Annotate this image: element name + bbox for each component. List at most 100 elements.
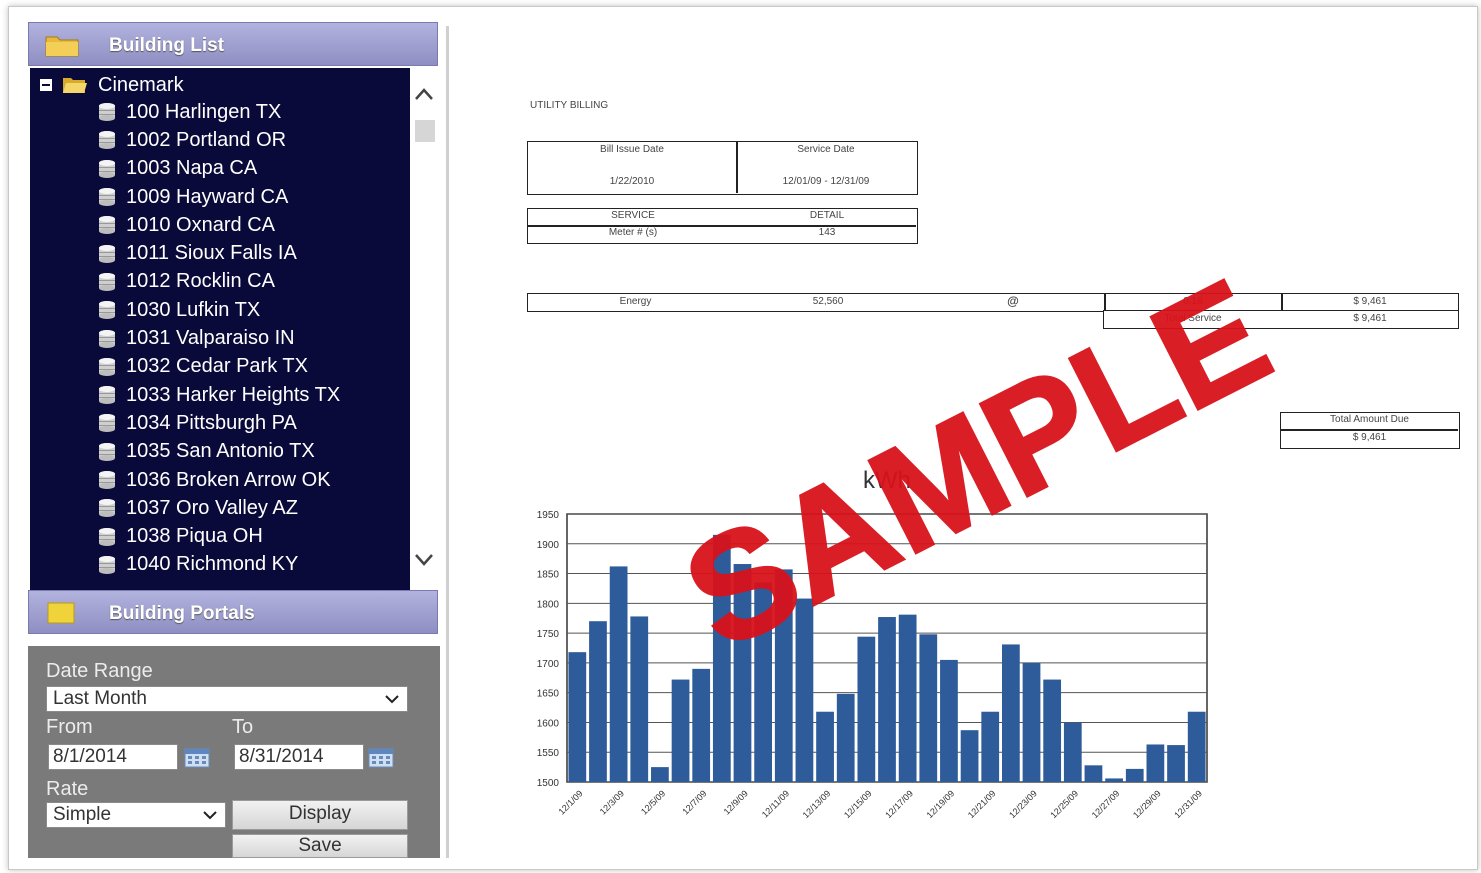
- x-tick-label: 12/31/09: [1172, 788, 1204, 820]
- building-item[interactable]: 1038 Piqua OH: [98, 522, 340, 550]
- database-icon: [99, 555, 115, 574]
- scroll-thumb[interactable]: [415, 120, 435, 142]
- calendar-icon[interactable]: [368, 748, 394, 768]
- to-date-input[interactable]: 8/31/2014: [234, 744, 364, 770]
- building-item[interactable]: 1033 Harker Heights TX: [98, 381, 340, 409]
- service-date-label: Service Date: [797, 144, 855, 155]
- building-item[interactable]: 1009 Hayward CA: [98, 183, 340, 211]
- building-item[interactable]: 1002 Portland OR: [98, 126, 340, 154]
- bar: [795, 598, 814, 782]
- x-tick-label: 12/27/09: [1090, 788, 1122, 820]
- detail-header: DETAIL: [809, 210, 845, 221]
- building-portals-title: Building Portals: [109, 603, 255, 624]
- tree-root-cinemark[interactable]: Cinemark: [40, 72, 184, 98]
- bar: [1043, 679, 1062, 782]
- panel-divider[interactable]: [446, 26, 449, 858]
- building-item[interactable]: 1003 Napa CA: [98, 155, 340, 183]
- bar: [630, 616, 649, 782]
- building-item[interactable]: 1012 Rocklin CA: [98, 268, 340, 296]
- x-tick-label: 12/3/09: [598, 788, 626, 816]
- chart-title: kWh: [863, 467, 911, 494]
- bar: [1022, 662, 1041, 782]
- building-item[interactable]: 1031 Valparaiso IN: [98, 324, 340, 352]
- building-item[interactable]: 1036 Broken Arrow OK: [98, 466, 340, 494]
- building-label: 1003 Napa CA: [126, 157, 258, 180]
- issue-date-label: Bill Issue Date: [600, 144, 664, 155]
- building-item[interactable]: 1032 Cedar Park TX: [98, 353, 340, 381]
- tree-scrollbar[interactable]: [410, 68, 438, 590]
- building-label: 1010 Oxnard CA: [126, 213, 275, 236]
- bar: [1105, 778, 1123, 782]
- building-item[interactable]: 1010 Oxnard CA: [98, 211, 340, 239]
- report-controls: Date Range Last Month From To 8/1/2014 8…: [28, 646, 440, 858]
- save-button[interactable]: Save: [232, 834, 408, 858]
- building-label: 1034 Pittsburgh PA: [126, 411, 297, 434]
- building-item[interactable]: 1034 Pittsburgh PA: [98, 409, 340, 437]
- chevron-up-icon[interactable]: [414, 86, 434, 102]
- database-icon: [99, 244, 115, 263]
- building-item[interactable]: 1030 Lufkin TX: [98, 296, 340, 324]
- database-icon: [99, 272, 115, 291]
- building-label: 1009 Hayward CA: [126, 185, 289, 208]
- bar: [1063, 722, 1082, 782]
- y-tick-label: 1550: [537, 748, 560, 759]
- database-icon: [99, 216, 115, 235]
- database-icon: [99, 442, 115, 461]
- x-tick-label: 12/17/09: [883, 788, 915, 820]
- database-icon: [99, 131, 115, 150]
- meter-label: Meter # (s): [608, 227, 658, 238]
- building-item[interactable]: 1035 San Antonio TX: [98, 438, 340, 466]
- building-item[interactable]: 1011 Sioux Falls IA: [98, 239, 340, 267]
- from-date-input[interactable]: 8/1/2014: [48, 744, 178, 770]
- building-item[interactable]: 100 Harlingen TX: [98, 98, 340, 126]
- y-tick-label: 1900: [537, 540, 560, 551]
- database-icon: [99, 301, 115, 320]
- bar: [878, 617, 896, 782]
- bar: [816, 711, 834, 782]
- y-tick-label: 1700: [537, 659, 560, 670]
- bar: [857, 636, 876, 782]
- display-button[interactable]: Display: [232, 800, 408, 830]
- bar: [1084, 765, 1103, 782]
- database-icon: [99, 386, 115, 405]
- energy-label: Energy: [619, 296, 652, 307]
- date-range-select[interactable]: Last Month: [46, 686, 408, 712]
- chevron-down-icon[interactable]: [414, 552, 434, 568]
- building-label: 1036 Broken Arrow OK: [126, 468, 331, 491]
- building-label: 1038 Piqua OH: [126, 525, 263, 548]
- folder-icon: [45, 36, 79, 57]
- y-tick-label: 1850: [537, 570, 560, 581]
- x-tick-label: 12/9/09: [722, 788, 750, 816]
- building-item[interactable]: 1040 Richmond KY: [98, 551, 340, 579]
- database-icon: [99, 527, 115, 546]
- chevron-down-icon: [385, 695, 399, 704]
- y-tick-label: 1600: [537, 718, 560, 729]
- building-item[interactable]: 1037 Oro Valley AZ: [98, 494, 340, 522]
- x-tick-label: 12/25/09: [1048, 788, 1080, 820]
- bill-title: UTILITY BILLING: [530, 100, 609, 111]
- rate-select[interactable]: Simple: [46, 802, 226, 828]
- issue-date-value: 1/22/2010: [609, 176, 655, 187]
- bar: [1146, 744, 1165, 782]
- bar: [609, 566, 628, 782]
- bar: [898, 614, 917, 782]
- building-portals-header[interactable]: Building Portals: [28, 590, 438, 634]
- x-tick-label: 12/23/09: [1007, 788, 1039, 820]
- bar: [1167, 745, 1185, 782]
- total-service-row: Total Service $ 9,461: [1103, 310, 1459, 329]
- x-tick-label: 12/11/09: [760, 788, 791, 819]
- bar: [712, 534, 731, 782]
- bar: [568, 652, 587, 782]
- at-symbol: @: [1007, 294, 1019, 308]
- calendar-icon[interactable]: [184, 748, 210, 768]
- building-list-header[interactable]: Building List: [28, 22, 438, 66]
- collapse-icon[interactable]: [40, 79, 52, 91]
- total-service-label: Total Service: [1164, 313, 1222, 324]
- rate-label: Rate: [46, 778, 89, 800]
- building-label: 1030 Lufkin TX: [126, 298, 261, 321]
- x-tick-label: 12/1/09: [556, 788, 584, 816]
- building-label: 1035 San Antonio TX: [126, 440, 315, 463]
- database-icon: [99, 471, 115, 489]
- meter-value: 143: [818, 227, 836, 238]
- service-date-value: 12/01/09 - 12/31/09: [782, 176, 870, 187]
